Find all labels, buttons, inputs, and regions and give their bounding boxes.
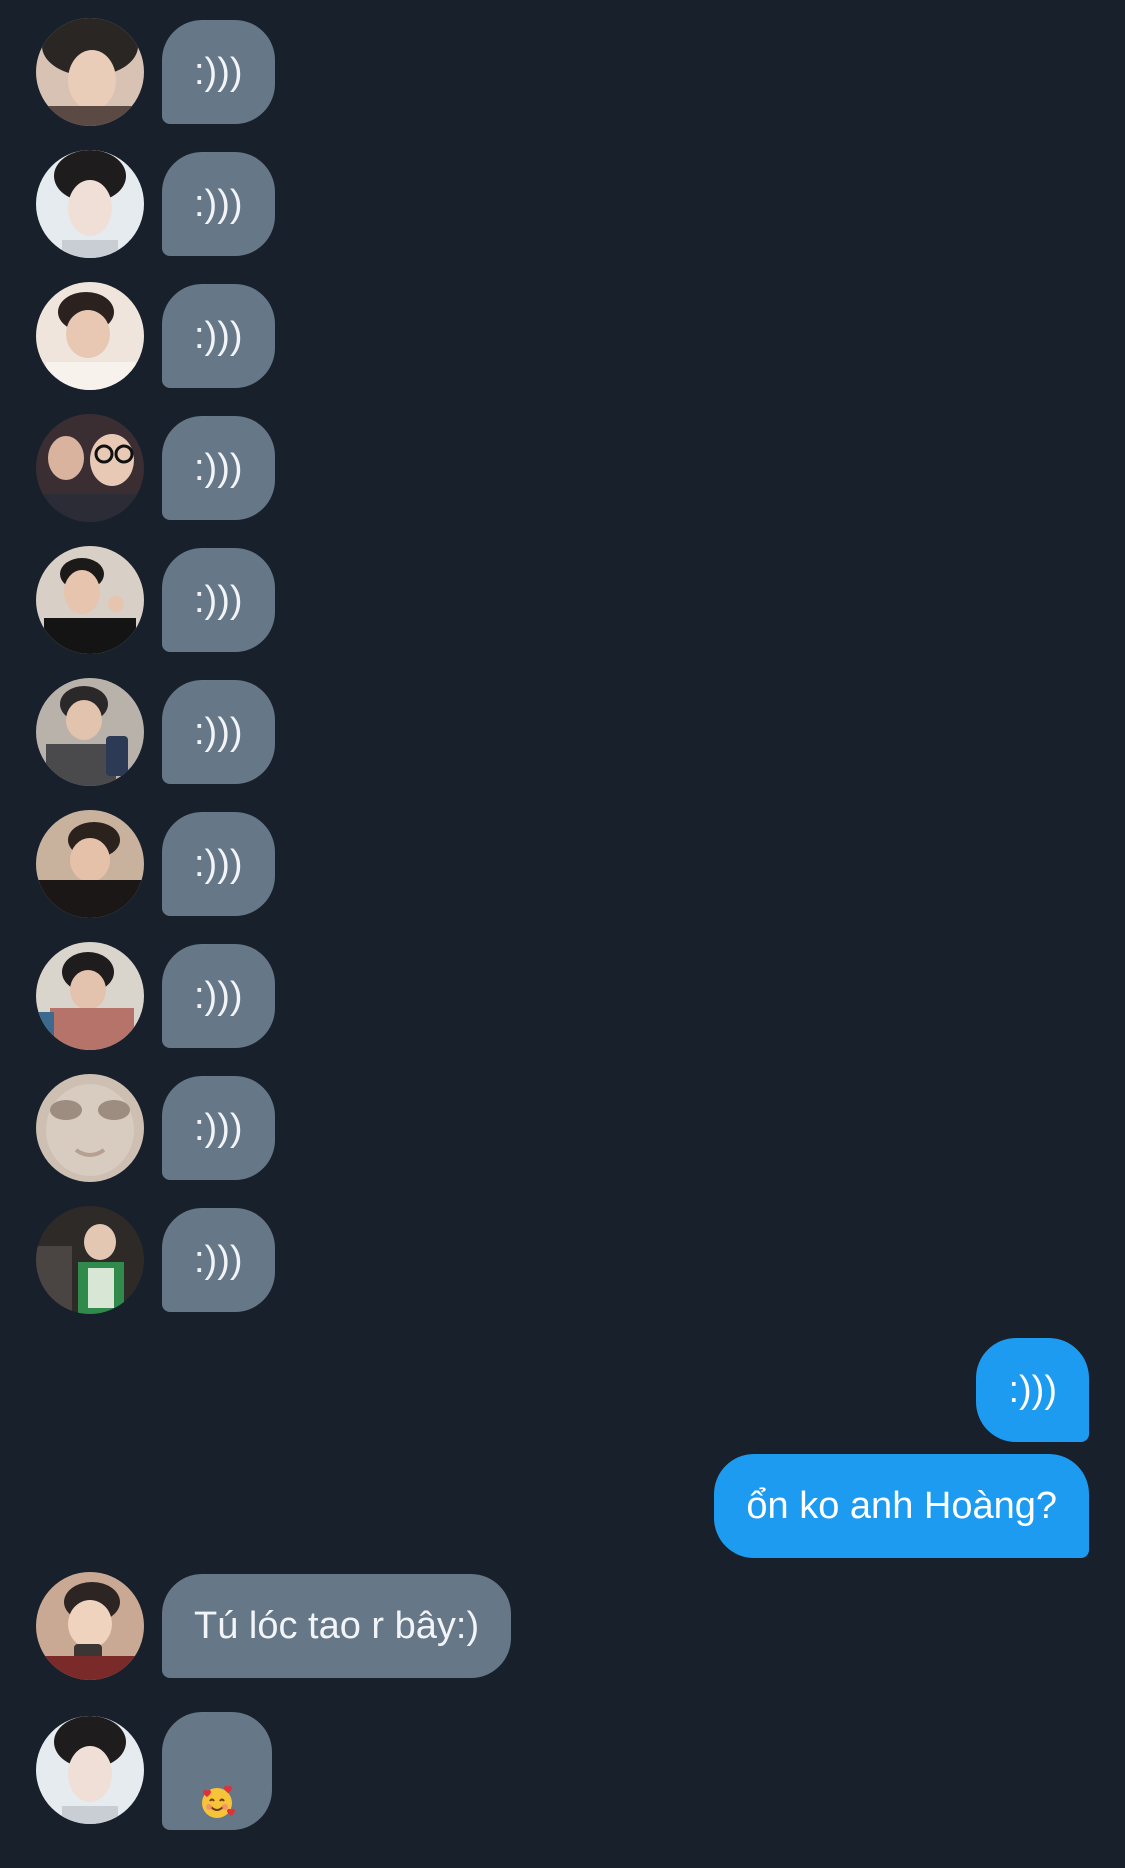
incoming-message-bubble[interactable]: :))) [162,416,275,520]
sender-avatar[interactable] [36,1716,144,1824]
sender-avatar[interactable] [36,810,144,918]
message-row: :))) [0,1074,1125,1182]
sender-avatar[interactable] [36,150,144,258]
message-row: Tú lóc tao r bây:) [0,1572,1125,1680]
incoming-message-bubble[interactable]: :))) [162,20,275,124]
incoming-message-bubble[interactable]: :))) [162,152,275,256]
sender-avatar[interactable] [36,546,144,654]
message-row: :))) [0,678,1125,786]
message-row: :))) [0,150,1125,258]
outgoing-message-bubble[interactable]: :))) [976,1338,1089,1442]
message-row: :))) [0,282,1125,390]
message-row: :))) [0,18,1125,126]
sender-avatar[interactable] [36,414,144,522]
sender-avatar[interactable] [36,678,144,786]
incoming-message-bubble[interactable]: :))) [162,1076,275,1180]
sender-avatar[interactable] [36,1074,144,1182]
message-row: ổn ko anh Hoàng? [0,1454,1125,1558]
incoming-message-bubble[interactable]: :))) [162,1208,275,1312]
incoming-message-bubble[interactable] [162,1712,272,1830]
sender-avatar[interactable] [36,18,144,126]
incoming-message-bubble[interactable]: :))) [162,548,275,652]
incoming-message-bubble[interactable]: Tú lóc tao r bây:) [162,1574,512,1678]
message-row: :))) [0,1206,1125,1314]
chat-message-list[interactable]: :))) :))) :))) :))) :))) :))):))):))) … [0,0,1125,1844]
message-row: :))) [0,414,1125,522]
incoming-message-bubble[interactable]: :))) [162,944,275,1048]
outgoing-message-bubble[interactable]: ổn ko anh Hoàng? [714,1454,1089,1558]
message-row: :))) [0,810,1125,918]
message-row: :))) [0,546,1125,654]
message-row: :))) [0,1338,1125,1442]
message-row [0,1712,1125,1830]
incoming-message-bubble[interactable]: :))) [162,284,275,388]
incoming-message-bubble[interactable]: :))) [162,812,275,916]
incoming-message-bubble[interactable]: :))) [162,680,275,784]
smiling-face-with-hearts-emoji [198,1750,236,1819]
sender-avatar[interactable] [36,282,144,390]
message-row: :))) [0,942,1125,1050]
sender-avatar[interactable] [36,1206,144,1314]
sender-avatar[interactable] [36,942,144,1050]
sender-avatar[interactable] [36,1572,144,1680]
